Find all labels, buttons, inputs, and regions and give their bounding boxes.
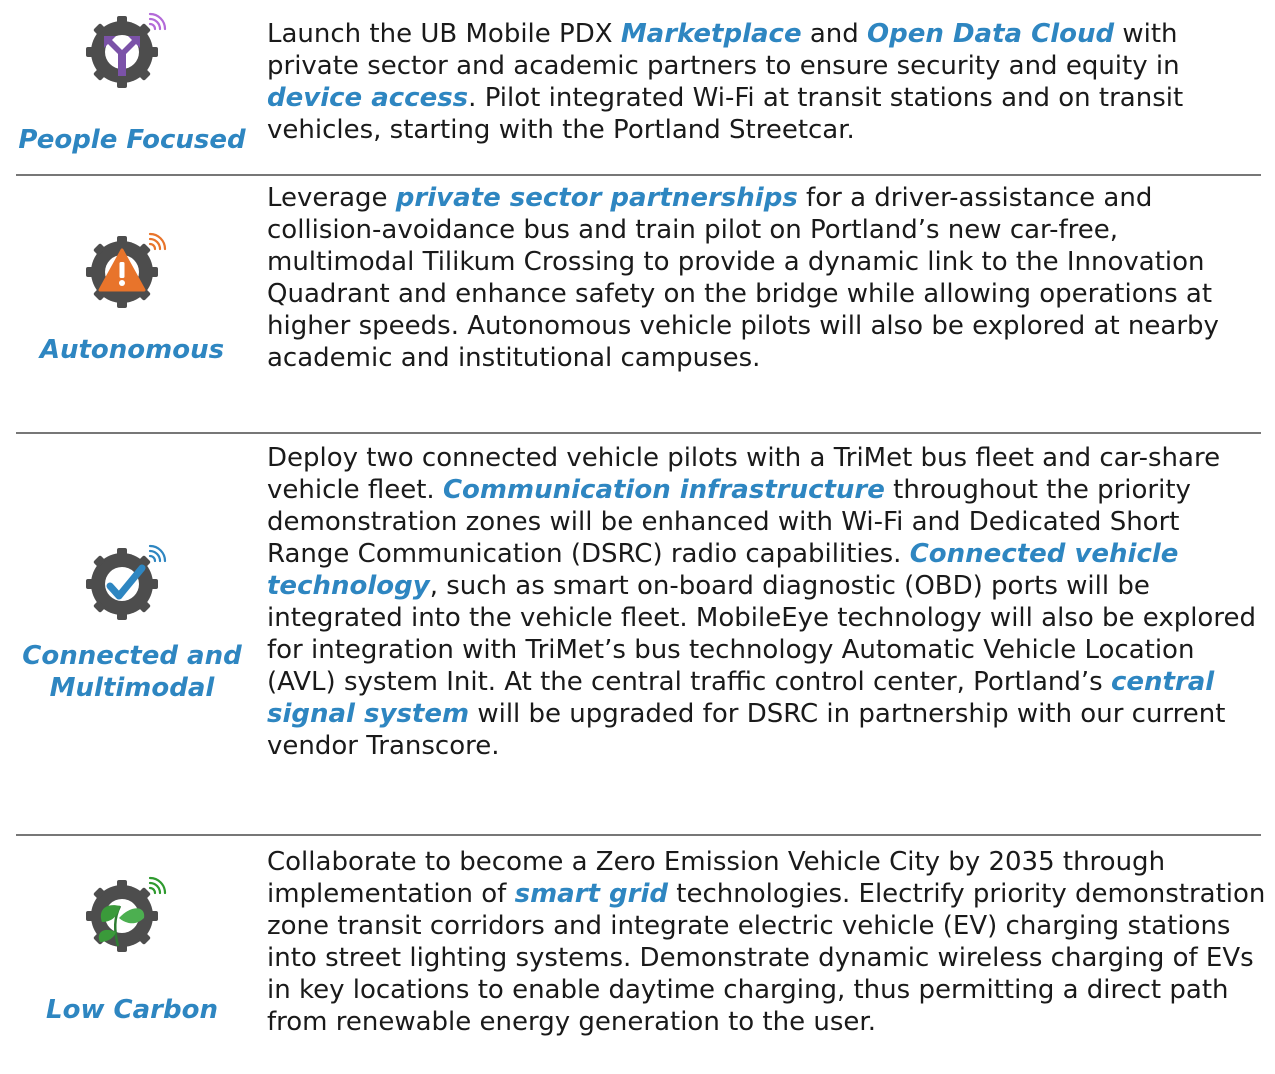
highlighted-term: Connected vehicle technology: [267, 539, 1179, 601]
divider: [16, 174, 1261, 176]
highlighted-term: central signal system: [267, 667, 1215, 729]
connected-check-tire-icon: [72, 540, 192, 630]
highlighted-term: smart grid: [514, 879, 668, 909]
row-label: Autonomous: [39, 335, 225, 365]
row-label: People Focused: [18, 125, 246, 155]
row-text: Deploy two connected vehicle pilots with…: [267, 443, 1256, 761]
row-text: Collaborate to become a Zero Emission Ve…: [267, 847, 1266, 1037]
autonomous-warning-tire-icon: [72, 228, 192, 318]
low-carbon-leaf-tire-icon: [72, 872, 192, 962]
highlighted-term: Communication infrastructure: [442, 475, 885, 505]
highlighted-term: device access: [267, 83, 469, 113]
highlighted-term: Marketplace: [620, 19, 802, 49]
highlighted-term: Open Data Cloud: [867, 19, 1115, 49]
row-label: Connected and Multimodal: [22, 641, 242, 703]
row-text: Leverage private sector partnerships for…: [267, 183, 1219, 373]
divider: [16, 432, 1261, 434]
highlighted-term: private sector partnerships: [395, 183, 798, 213]
row-label: Low Carbon: [46, 995, 218, 1025]
row-text: Launch the UB Mobile PDX Marketplace and…: [267, 19, 1184, 145]
people-focused-tire-icon: [72, 8, 192, 98]
divider: [16, 834, 1261, 836]
